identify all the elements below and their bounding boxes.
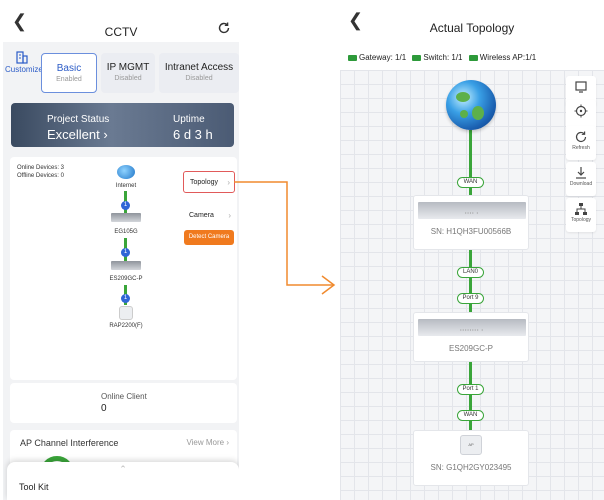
toolkit-drawer[interactable]: ⌃ Tool Kit xyxy=(7,462,239,500)
chevron-right-icon: › xyxy=(227,178,230,187)
online-devices-count: Online Devices: 3 xyxy=(17,165,65,171)
chevron-up-icon[interactable]: ⌃ xyxy=(7,464,239,475)
gateway-device-image: •••• • xyxy=(418,202,526,219)
mini-link-badge: 1 xyxy=(121,248,130,257)
tab-intranet-state: Disabled xyxy=(185,75,213,82)
legend-switch: Switch: 1/1 xyxy=(412,53,463,62)
mode-tabs: Customize Basic Enabled IP MGMT Disabled… xyxy=(3,48,239,94)
toolkit-label: Tool Kit xyxy=(19,482,49,492)
port-label-wan: WAN xyxy=(457,177,484,188)
ap-serial: SN: G1QH2GY023495 xyxy=(430,463,512,472)
project-status-label: Project Status xyxy=(47,114,110,125)
tab-ip-mgmt-state: Disabled xyxy=(114,75,142,82)
mobile-app-screen: ❮ CCTV Customize Basic Enabled IP MGMT D… xyxy=(3,0,239,500)
port-label-wan: WAN xyxy=(457,410,484,421)
mini-link-badge: 1 xyxy=(121,201,130,210)
online-client-card[interactable]: Online Client 0 xyxy=(10,383,237,423)
switch-model: ES209GC-P xyxy=(448,344,494,353)
refresh-button[interactable]: Refresh xyxy=(566,126,596,160)
mini-ap-device[interactable] xyxy=(119,306,133,320)
ap-device-image: AP xyxy=(460,435,482,455)
offline-devices-count: Offline Devices: 0 xyxy=(17,173,64,179)
online-client-label: Online Client xyxy=(101,392,147,401)
port-label-port9: Port 9 xyxy=(457,293,484,304)
legend-gateway: Gateway: 1/1 xyxy=(348,53,406,62)
internet-globe-icon[interactable] xyxy=(446,80,496,130)
tab-basic-state: Enabled xyxy=(56,76,82,83)
topology-button-label: Topology xyxy=(190,179,219,186)
mini-gateway-device[interactable] xyxy=(111,213,141,222)
mini-switch-device[interactable] xyxy=(111,261,141,270)
download-button[interactable]: Download xyxy=(566,162,596,196)
online-client-value: 0 xyxy=(101,403,107,414)
ap-icon xyxy=(468,55,478,61)
legend-wireless-ap: Wireless AP:1/1 xyxy=(468,53,536,62)
port-label-lan: LAN0 xyxy=(457,267,484,278)
detect-camera-button[interactable]: Detect Camera xyxy=(184,230,234,245)
building-icon xyxy=(16,51,28,64)
project-status-value: Excellent › xyxy=(47,127,108,142)
topology-link xyxy=(469,360,472,432)
gateway-device-card[interactable]: •••• • SN: H1QH3FU00566B xyxy=(413,195,529,250)
crosshair-icon xyxy=(574,104,588,118)
mini-link-badge: 1 xyxy=(121,294,130,303)
camera-button[interactable]: Camera › xyxy=(183,205,235,227)
view-more-link[interactable]: View More › xyxy=(186,438,229,447)
switch-device-card[interactable]: •••••••• • ES209GC-P xyxy=(413,312,529,362)
tab-intranet-label: Intranet Access xyxy=(164,62,234,73)
top-nav-bar: ❮ Actual Topology xyxy=(340,0,604,42)
mini-node-label: EG105G xyxy=(114,229,138,235)
tab-basic-label: Basic xyxy=(56,63,82,74)
device-legend: Gateway: 1/1 Switch: 1/1 Wireless AP:1/1 xyxy=(348,53,540,62)
mini-node-label: RAP2200(F) xyxy=(109,323,143,329)
globe-land xyxy=(460,110,468,118)
switch-icon xyxy=(412,55,422,61)
project-status-card[interactable]: Project Status Excellent › Uptime 6 d 3 … xyxy=(11,103,234,147)
ap-device-card[interactable]: AP SN: G1QH2GY023495 xyxy=(413,430,529,486)
globe-land xyxy=(456,92,470,102)
tab-ip-mgmt-label: IP MGMT xyxy=(106,62,150,73)
internet-label: Internet xyxy=(115,183,137,189)
gateway-serial: SN: H1QH3FU00566B xyxy=(430,227,512,236)
topology-button[interactable]: Topology › xyxy=(183,171,235,193)
customize-tab[interactable]: Customize xyxy=(5,50,43,92)
customize-label: Customize xyxy=(5,65,43,74)
tab-basic[interactable]: Basic Enabled xyxy=(41,53,97,93)
fullscreen-icon xyxy=(575,81,587,93)
uptime-label: Uptime xyxy=(173,114,205,125)
download-label: Download xyxy=(569,181,593,187)
globe-land xyxy=(472,106,484,120)
page-title: Actual Topology xyxy=(429,21,515,35)
topology-label: Topology xyxy=(570,217,591,223)
page-title: CCTV xyxy=(104,25,138,39)
tab-ip-mgmt[interactable]: IP MGMT Disabled xyxy=(101,53,155,93)
device-counts: Online Devices: 3 Offline Devices: 0 xyxy=(17,164,64,180)
topology-icon xyxy=(575,203,587,215)
mini-node-label: ES209GC-P xyxy=(109,276,143,282)
refresh-label: Refresh xyxy=(572,145,590,151)
uptime-value: 6 d 3 h xyxy=(173,127,213,142)
top-nav-bar: ❮ CCTV xyxy=(3,0,239,42)
ap-interference-label: AP Channel Interference xyxy=(20,438,119,448)
refresh-icon[interactable] xyxy=(217,21,231,35)
chevron-right-icon: › xyxy=(228,211,231,220)
download-icon xyxy=(576,167,586,179)
switch-device-image: •••••••• • xyxy=(418,319,526,336)
port-label-port1: Port 1 xyxy=(457,384,484,395)
camera-button-label: Camera xyxy=(189,212,214,219)
tab-intranet-access[interactable]: Intranet Access Disabled xyxy=(159,53,239,93)
topology-screen: ❮ Actual Topology Gateway: 1/1 Switch: 1… xyxy=(340,0,604,500)
topology-layout-button[interactable]: Topology xyxy=(566,198,596,232)
gateway-icon xyxy=(348,55,357,61)
refresh-icon xyxy=(575,131,587,143)
internet-globe-icon xyxy=(117,165,135,179)
